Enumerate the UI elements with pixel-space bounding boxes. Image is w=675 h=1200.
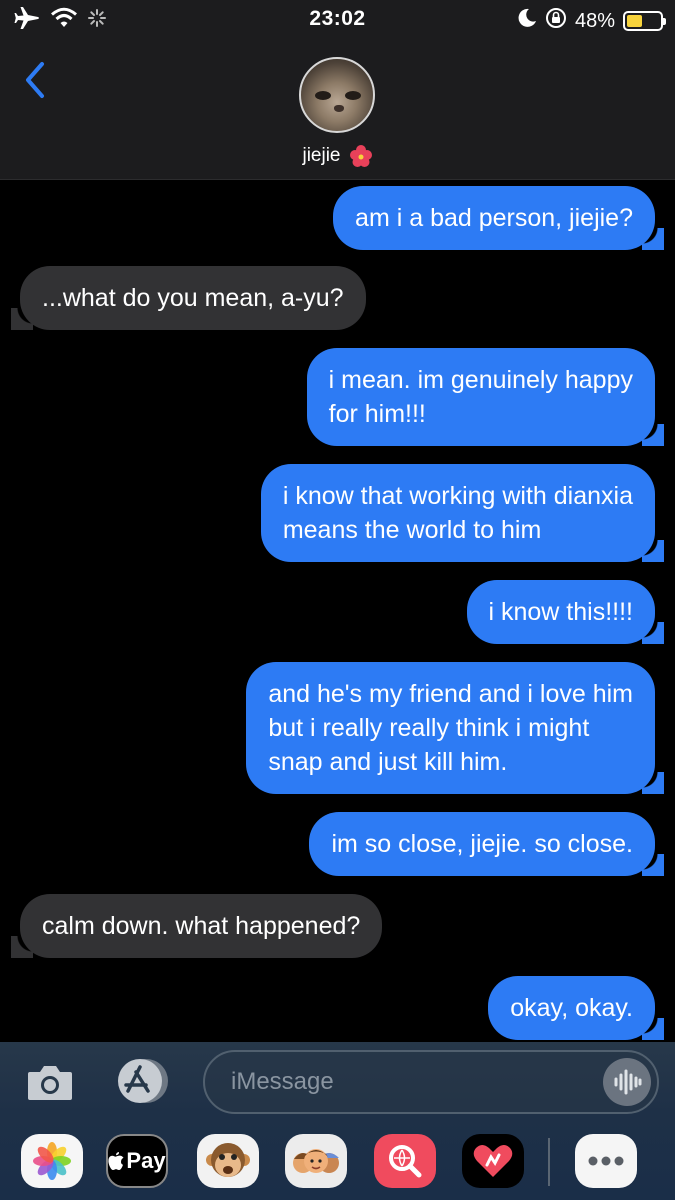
- message-text-line: for him!!!: [328, 400, 426, 428]
- message-bubble-sent[interactable]: i know this!!!!: [466, 580, 664, 644]
- message-text-line: snap and just kill him.: [268, 748, 508, 776]
- imessage-placeholder: iMessage: [231, 1068, 334, 1095]
- message-text: i know this!!!!: [488, 598, 634, 626]
- message-text: calm down. what happened?: [42, 912, 361, 940]
- app-drawer-divider: [548, 1138, 550, 1186]
- contact-avatar[interactable]: [299, 57, 375, 133]
- more-apps-icon[interactable]: [575, 1134, 637, 1188]
- message-text-line: but i really really think i might: [268, 714, 590, 742]
- message-bubble-sent[interactable]: im so close, jiejie. so close.: [309, 812, 664, 876]
- camera-icon: [28, 1066, 72, 1100]
- message-bubble-received[interactable]: ...what do you mean, a-yu?: [11, 266, 366, 330]
- status-bar: 23:02 48%: [0, 0, 675, 38]
- message-text: ...what do you mean, a-yu?: [42, 284, 344, 312]
- imessage-input[interactable]: iMessage: [203, 1050, 659, 1114]
- message-text: am i a bad person, jiejie?: [355, 204, 633, 232]
- photos-app-icon[interactable]: [21, 1134, 83, 1188]
- contact-name: jiejie: [302, 145, 341, 166]
- message-bubble-sent[interactable]: am i a bad person, jiejie?: [333, 186, 664, 250]
- memoji-app-icon[interactable]: [285, 1134, 347, 1188]
- status-right: 48%: [517, 7, 666, 35]
- chevron-left-icon: [26, 62, 44, 98]
- message-text: okay, okay.: [510, 994, 633, 1022]
- waveform-icon: [614, 1069, 642, 1095]
- message-bubble-sent[interactable]: i know that working with dianxia means t…: [260, 464, 665, 562]
- flower-icon: [349, 144, 373, 168]
- digital-touch-app-icon[interactable]: [462, 1134, 524, 1188]
- app-drawer: Pay: [0, 1134, 675, 1190]
- compose-area: iMessage Pay: [0, 1042, 675, 1200]
- apple-pay-label: Pay: [126, 1148, 166, 1173]
- message-text: im so close, jiejie. so close.: [331, 830, 633, 858]
- back-button[interactable]: [18, 58, 58, 102]
- message-text-line: means the world to him: [282, 516, 542, 544]
- app-store-button[interactable]: [112, 1056, 172, 1106]
- conversation-header: jiejie: [0, 38, 675, 180]
- camera-button[interactable]: [26, 1062, 74, 1102]
- message-bubble-received[interactable]: calm down. what happened?: [10, 894, 383, 958]
- animoji-app-icon[interactable]: [197, 1134, 259, 1188]
- orientation-lock-icon: [545, 7, 567, 35]
- message-text-line: i know that working with dianxia: [282, 482, 633, 510]
- message-bubble-sent[interactable]: and he's my friend and i love him but i …: [246, 662, 664, 794]
- message-text-line: and he's my friend and i love him: [268, 680, 633, 708]
- app-store-icon: [118, 1059, 168, 1103]
- apple-logo-icon: [108, 1151, 124, 1170]
- message-text-line: i mean. im genuinely happy: [328, 366, 633, 394]
- message-bubble-sent[interactable]: okay, okay.: [488, 976, 664, 1040]
- search-images-app-icon[interactable]: [374, 1134, 436, 1188]
- battery-percent: 48%: [574, 9, 615, 32]
- moon-icon: [517, 8, 537, 34]
- contact-name-row[interactable]: jiejie: [0, 144, 675, 168]
- audio-message-button[interactable]: [603, 1058, 651, 1106]
- battery-icon: [623, 11, 666, 31]
- message-list[interactable]: am i a bad person, jiejie? ...what do yo…: [0, 180, 675, 1042]
- message-bubble-sent[interactable]: i mean. im genuinely happy for him!!!: [306, 348, 665, 446]
- apple-pay-app-icon[interactable]: Pay: [106, 1134, 168, 1188]
